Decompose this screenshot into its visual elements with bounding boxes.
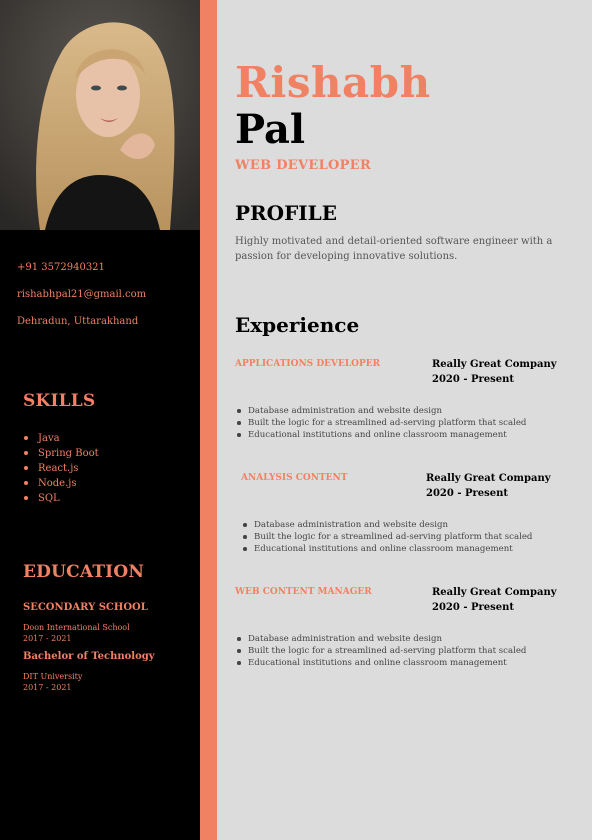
- job-company: Really Great Company: [426, 473, 551, 484]
- job-bullet: Educational institutions and online clas…: [235, 657, 526, 669]
- job-period: 2020 - Present: [432, 602, 514, 613]
- education-school: Doon International School: [23, 623, 130, 632]
- profile-text: Highly motivated and detail-oriented sof…: [235, 236, 553, 262]
- last-name: Pal: [235, 106, 306, 153]
- skill-item: Spring Boot: [23, 446, 99, 461]
- job-company: Really Great Company: [432, 359, 557, 370]
- education-item: SECONDARY SCHOOL Doon International Scho…: [23, 601, 198, 644]
- job-title: ANALYSIS CONTENT: [241, 473, 348, 483]
- education-degree: Bachelor of Technology: [23, 651, 155, 662]
- job-title: APPLICATIONS DEVELOPER: [235, 359, 381, 369]
- job-bullet: Educational institutions and online clas…: [241, 543, 532, 555]
- job-period: 2020 - Present: [426, 488, 508, 499]
- job-bullet: Database administration and website desi…: [235, 405, 526, 417]
- job-bullets: Database administration and website desi…: [241, 519, 532, 555]
- experience-heading: Experience: [235, 313, 360, 337]
- profile-photo: [0, 0, 200, 230]
- job-company-block: Really Great Company 2020 - Present: [432, 585, 557, 615]
- contact-email[interactable]: rishabhpal21@gmail.com: [17, 288, 197, 315]
- education-item: Bachelor of Technology DIT University 20…: [23, 650, 198, 693]
- accent-stripe: [200, 0, 217, 840]
- skills-heading: SKILLS: [23, 391, 96, 411]
- sidebar: +91 3572940321 rishabhpal21@gmail.com De…: [0, 0, 200, 840]
- education-heading: EDUCATION: [23, 562, 145, 582]
- skill-item: React.js: [23, 461, 99, 476]
- education-degree: SECONDARY SCHOOL: [23, 602, 148, 613]
- job-bullet: Built the logic for a streamlined ad-ser…: [235, 417, 526, 429]
- skills-list: Java Spring Boot React.js Node.js SQL: [23, 431, 99, 506]
- education-school: DIT University: [23, 672, 83, 681]
- job-period: 2020 - Present: [432, 374, 514, 385]
- job-bullet: Database administration and website desi…: [241, 519, 532, 531]
- job-bullets: Database administration and website desi…: [235, 405, 526, 441]
- main-content: Rishabh Pal WEB DEVELOPER PROFILE Highly…: [217, 0, 592, 840]
- contact-phone: +91 3572940321: [17, 262, 105, 273]
- job-role: WEB DEVELOPER: [235, 158, 372, 173]
- job-bullet: Built the logic for a streamlined ad-ser…: [235, 645, 526, 657]
- job-title: WEB CONTENT MANAGER: [235, 587, 372, 597]
- job-bullets: Database administration and website desi…: [235, 633, 526, 669]
- job-company: Really Great Company: [432, 587, 557, 598]
- first-name: Rishabh: [235, 58, 431, 107]
- contact-location: Dehradun, Uttarakhand: [17, 316, 139, 327]
- education-list: SECONDARY SCHOOL Doon International Scho…: [23, 601, 198, 693]
- profile-heading: PROFILE: [235, 201, 337, 225]
- job-bullet: Educational institutions and online clas…: [235, 429, 526, 441]
- education-years: 2017 - 2021: [23, 634, 72, 643]
- job-company-block: Really Great Company 2020 - Present: [432, 357, 557, 387]
- job-company-block: Really Great Company 2020 - Present: [426, 471, 551, 501]
- job-bullet: Built the logic for a streamlined ad-ser…: [241, 531, 532, 543]
- skill-item: SQL: [23, 491, 99, 506]
- skill-item: Java: [23, 431, 99, 446]
- skill-item: Node.js: [23, 476, 99, 491]
- job-bullet: Database administration and website desi…: [235, 633, 526, 645]
- education-years: 2017 - 2021: [23, 683, 72, 692]
- contact-info: +91 3572940321 rishabhpal21@gmail.com De…: [17, 261, 197, 342]
